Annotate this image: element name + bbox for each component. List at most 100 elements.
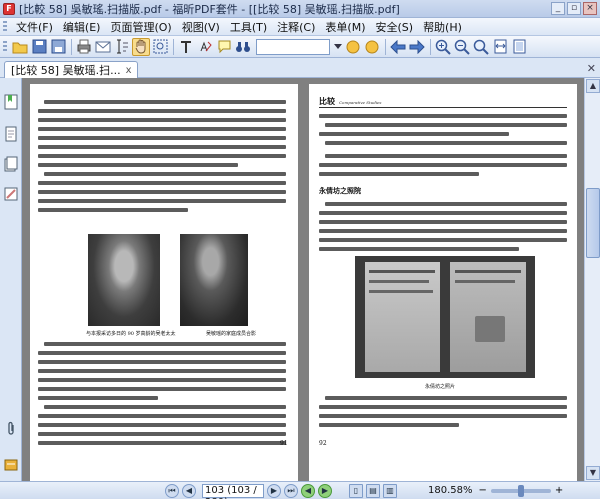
- pages-icon[interactable]: [4, 126, 18, 142]
- next-page-icon[interactable]: ▶: [267, 483, 281, 498]
- signature-icon[interactable]: [4, 456, 18, 472]
- text-line: [38, 181, 286, 185]
- find-next-icon[interactable]: [363, 38, 381, 56]
- attachments-icon[interactable]: [4, 421, 18, 437]
- zoom-out-icon[interactable]: [453, 38, 471, 56]
- menu-file[interactable]: 文件(F): [11, 19, 58, 35]
- back-icon[interactable]: [389, 38, 407, 56]
- text-line: [319, 132, 509, 136]
- print-icon[interactable]: [75, 38, 93, 56]
- vertical-scrollbar[interactable]: ▲ ▼: [584, 78, 600, 481]
- single-page-view-icon[interactable]: ▯: [349, 483, 363, 498]
- previous-page-icon[interactable]: ◀: [182, 483, 196, 498]
- comment-icon[interactable]: [215, 38, 233, 56]
- typewriter-icon[interactable]: [177, 38, 195, 56]
- menu-grip: [3, 20, 7, 33]
- first-page-icon[interactable]: ⏮: [165, 483, 179, 498]
- highlight-icon[interactable]: [196, 38, 214, 56]
- close-icon[interactable]: x: [126, 65, 132, 76]
- photo-elderly-woman: [88, 234, 160, 326]
- history-forward-icon[interactable]: ▶: [318, 483, 332, 498]
- main-toolbar: [0, 36, 600, 58]
- history-back-icon[interactable]: ◀: [301, 483, 315, 498]
- text-line: [319, 247, 519, 251]
- photo-certificate: [355, 256, 535, 378]
- toolbar-separator: [430, 38, 431, 55]
- save-as-icon[interactable]: [49, 38, 67, 56]
- find-previous-icon[interactable]: [344, 38, 362, 56]
- facing-view-icon[interactable]: ▥: [383, 483, 397, 498]
- binoculars-icon[interactable]: [234, 38, 252, 56]
- close-document-icon[interactable]: ✕: [587, 62, 596, 75]
- search-input[interactable]: [256, 38, 330, 55]
- text-line: [38, 136, 286, 140]
- text-line: [44, 405, 286, 409]
- text-line: [38, 378, 286, 382]
- running-header-subtitle: Comparative Studies: [339, 100, 382, 105]
- zoom-marquee-icon[interactable]: [151, 38, 169, 56]
- text-line: [319, 220, 567, 224]
- header-rule: [319, 107, 567, 108]
- zoom-slider[interactable]: [490, 484, 551, 497]
- menu-tools[interactable]: 工具(T): [225, 19, 272, 35]
- text-line: [325, 154, 567, 158]
- menu-view[interactable]: 视图(V): [177, 19, 225, 35]
- text-line: [319, 163, 567, 167]
- scroll-down-icon[interactable]: ▼: [586, 466, 600, 480]
- menu-security[interactable]: 安全(S): [370, 19, 418, 35]
- scroll-thumb[interactable]: [586, 188, 600, 258]
- layers-icon[interactable]: [4, 156, 18, 172]
- bookmarks-icon[interactable]: [4, 94, 18, 110]
- section-heading: 永倩坊之照院: [319, 186, 361, 195]
- save-icon[interactable]: [30, 38, 48, 56]
- zoom-in-small-icon[interactable]: +: [555, 485, 563, 496]
- menu-comment[interactable]: 注释(C): [272, 19, 320, 35]
- title-bar: F [比較 58] 吳敏瑤.扫描版.pdf - 福昕PDF套件 - [[比较 5…: [0, 0, 600, 18]
- document-tab-label: [比较 58] 吴敏瑶.扫...: [11, 64, 121, 77]
- fit-page-icon[interactable]: [510, 38, 528, 56]
- figure-caption: 永倩坊之照片: [425, 384, 456, 390]
- document-tab[interactable]: [比较 58] 吴敏瑶.扫... x: [4, 61, 139, 78]
- zoom-in-icon[interactable]: [434, 38, 452, 56]
- document-viewport[interactable]: 与本报采访多日的 90 岁高龄的吴老太太 吴敏瑶的家庭成员合影 91 比较 Co…: [22, 78, 584, 481]
- text-line: [38, 351, 286, 355]
- zoom-slider-knob[interactable]: [517, 484, 524, 497]
- window-title: [比較 58] 吳敏瑤.扫描版.pdf - 福昕PDF套件 - [[比较 58]…: [19, 2, 400, 16]
- zoom-out-small-icon[interactable]: −: [479, 485, 487, 496]
- scroll-up-icon[interactable]: ▲: [586, 79, 600, 93]
- page-number-field[interactable]: 103 (103 / 280): [202, 483, 264, 499]
- hand-icon[interactable]: [132, 37, 150, 56]
- text-line: [38, 127, 286, 131]
- page-number-left: 91: [280, 440, 288, 447]
- pdf-page-left: 与本报采访多日的 90 岁高龄的吴老太太 吴敏瑶的家庭成员合影 91: [30, 84, 298, 481]
- open-folder-icon[interactable]: [11, 38, 29, 56]
- zoom-level[interactable]: 180.58%: [428, 485, 473, 496]
- text-line: [38, 154, 286, 158]
- text-line: [38, 414, 286, 418]
- search-dropdown-icon[interactable]: [333, 38, 343, 56]
- email-icon[interactable]: [94, 38, 112, 56]
- close-icon[interactable]: ×: [583, 2, 597, 15]
- select-text-icon[interactable]: [113, 38, 131, 56]
- last-page-icon[interactable]: ⏭: [284, 483, 298, 498]
- actual-size-icon[interactable]: [472, 38, 490, 56]
- fit-width-icon[interactable]: [491, 38, 509, 56]
- comments-icon[interactable]: [4, 186, 18, 202]
- restore-icon[interactable]: ▫: [567, 2, 581, 15]
- text-line: [319, 238, 567, 242]
- menu-page-management[interactable]: 页面管理(O): [105, 19, 176, 35]
- continuous-view-icon[interactable]: ▤: [366, 483, 380, 498]
- menu-help[interactable]: 帮助(H): [418, 19, 467, 35]
- text-line: [44, 100, 286, 104]
- text-line: [38, 369, 286, 373]
- text-line: [319, 211, 567, 215]
- forward-icon[interactable]: [408, 38, 426, 56]
- minimize-icon[interactable]: _: [551, 2, 565, 15]
- navigation-sidebar: [0, 78, 22, 481]
- text-line: [44, 172, 286, 176]
- text-line: [319, 172, 479, 176]
- menu-edit[interactable]: 编辑(E): [58, 19, 106, 35]
- pdf-page-right: 比较 Comparative Studies 永倩坊之照院 永倩坊之照片 92: [309, 84, 577, 481]
- text-line: [44, 342, 286, 346]
- menu-form[interactable]: 表单(M): [320, 19, 370, 35]
